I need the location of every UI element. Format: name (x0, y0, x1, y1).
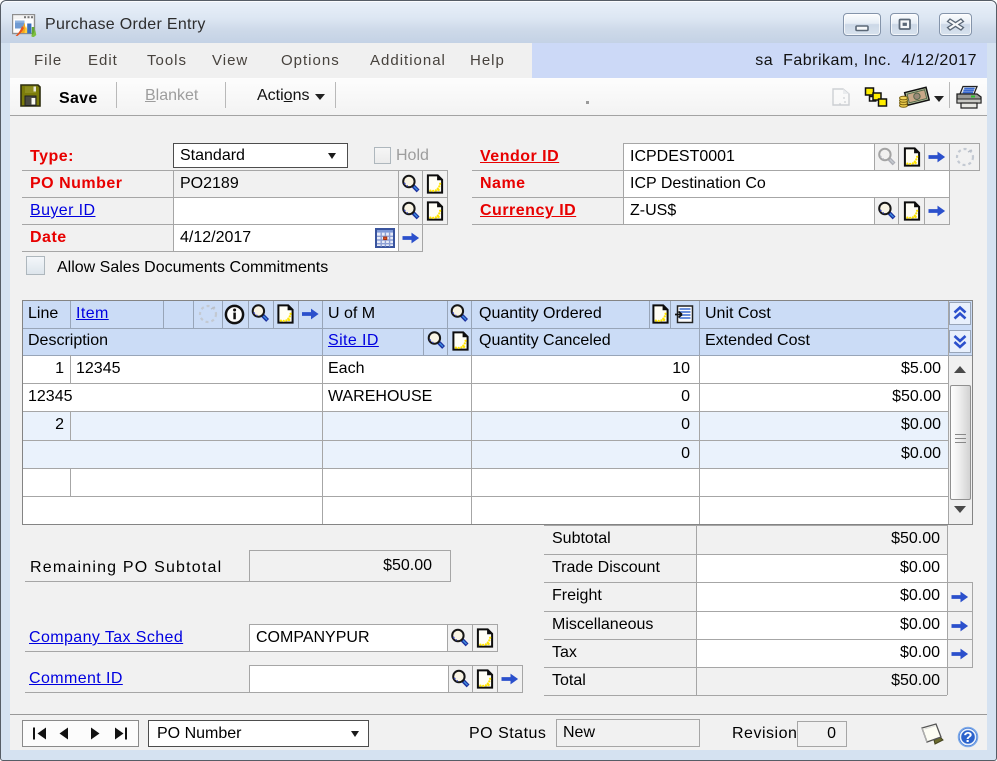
svg-text:?: ? (963, 729, 972, 746)
